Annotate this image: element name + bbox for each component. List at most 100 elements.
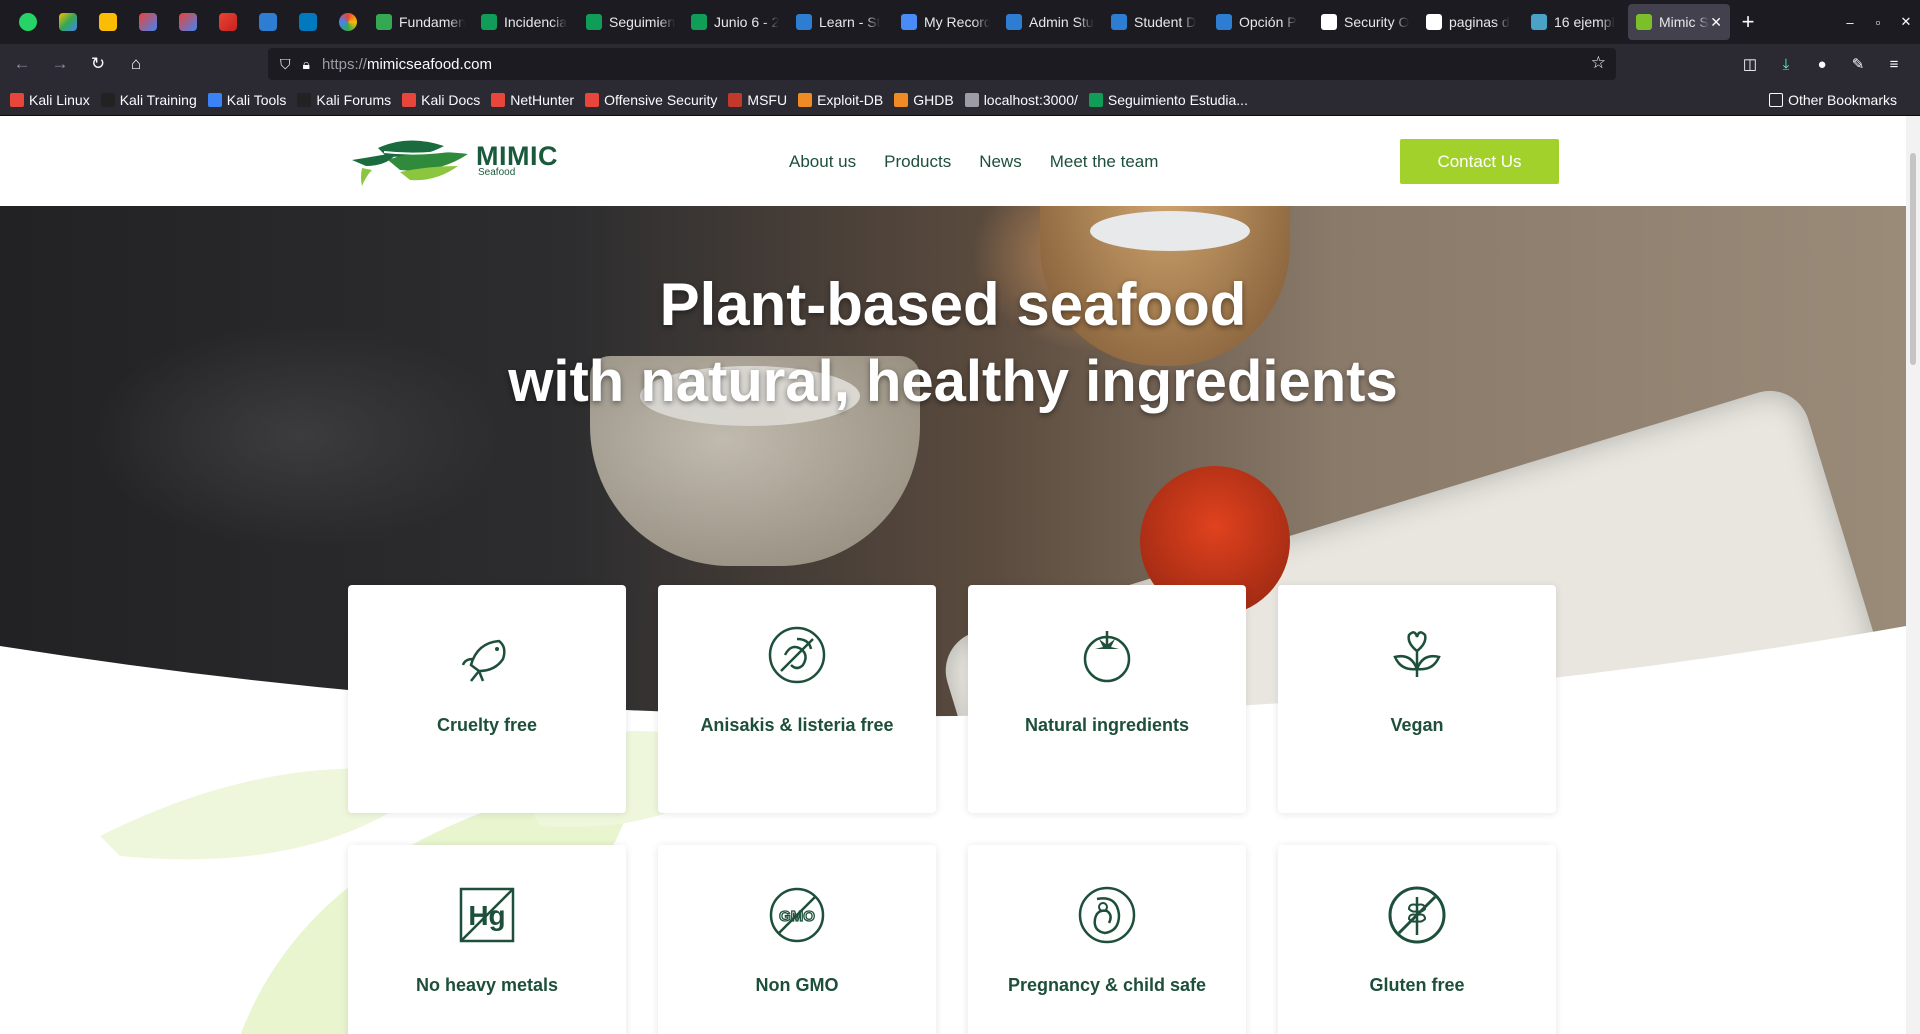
bookmark-star-icon[interactable]: ☆: [1591, 53, 1606, 73]
bookmark-favicon-icon: [728, 92, 743, 107]
home-button[interactable]: ⌂: [120, 48, 152, 80]
bookmark-item[interactable]: NetHunter: [491, 92, 574, 108]
non-gmo-icon: GMO: [769, 887, 825, 943]
other-bookmarks[interactable]: Other Bookmarks: [1769, 92, 1897, 108]
pinned-tab-gmail-3[interactable]: [208, 0, 248, 44]
pinned-tab-learn[interactable]: [248, 0, 288, 44]
browser-tab[interactable]: My Record: [893, 4, 998, 40]
tab-label: Learn - St: [819, 14, 881, 30]
whatsapp-icon: [19, 13, 37, 31]
bookmark-label: GHDB: [913, 91, 954, 108]
nav-link[interactable]: News: [979, 152, 1022, 172]
pinned-tab-drive[interactable]: [48, 0, 88, 44]
tab-label: Seguimien: [609, 14, 675, 30]
bookmark-item[interactable]: Kali Forums: [297, 92, 391, 108]
tab-favicon-icon: [691, 14, 707, 30]
pinned-tab-whatsapp[interactable]: [8, 0, 48, 44]
browser-tab[interactable]: 16 ejempl: [1523, 4, 1628, 40]
bookmark-item[interactable]: Kali Docs: [402, 92, 480, 108]
bookmark-item[interactable]: MSFU: [728, 92, 787, 108]
bookmarks-list: Kali Linux Kali Training Kali Tools Kali Fo…: [10, 92, 1259, 108]
contact-us-button[interactable]: Contact Us: [1400, 139, 1559, 184]
close-tab-icon[interactable]: ✕: [1710, 14, 1722, 31]
no-parasite-icon: [768, 626, 826, 684]
back-button[interactable]: ←: [6, 48, 38, 80]
feature-label: Anisakis & listeria free: [700, 715, 894, 735]
browser-tab[interactable]: Opción P: [1208, 4, 1313, 40]
browser-tab[interactable]: Seguimien: [578, 4, 683, 40]
browser-tab-active[interactable]: Mimic S ✕: [1628, 4, 1730, 40]
bookmark-item[interactable]: Kali Tools: [207, 91, 287, 108]
pinned-tab-keep[interactable]: [88, 0, 128, 44]
browser-tab[interactable]: Learn - St: [788, 4, 893, 40]
address-bar[interactable]: ⛉ 🔒︎ https://mimicseafood.com ☆: [268, 48, 1616, 80]
bookmark-item[interactable]: GHDB: [894, 91, 954, 108]
bookmark-label: Kali Tools: [226, 91, 287, 108]
tab-favicon-icon: [1426, 14, 1442, 30]
browser-tab[interactable]: Incidencia: [473, 4, 578, 40]
toolbar-right: ◫ ⤓ ● ✎ ≡: [1732, 48, 1912, 80]
lock-icon[interactable]: 🔒︎: [303, 56, 310, 73]
tab-label: Opción P: [1239, 14, 1297, 30]
bookmark-item[interactable]: Exploit-DB: [798, 92, 883, 108]
nav-link[interactable]: Meet the team: [1050, 152, 1159, 172]
tomato-icon: [1083, 631, 1131, 683]
new-tab-button[interactable]: +: [1730, 9, 1766, 35]
fish-icon: [461, 639, 506, 682]
account-icon[interactable]: ●: [1804, 48, 1840, 80]
tab-label: Security O: [1344, 14, 1410, 30]
keep-icon: [99, 13, 117, 31]
maximize-icon[interactable]: ▫: [1864, 15, 1892, 30]
browser-tab[interactable]: Admin Stu: [998, 4, 1103, 40]
browser-tab[interactable]: paginas d: [1418, 4, 1523, 40]
reload-button[interactable]: ↻: [82, 48, 114, 80]
page-scrollbar[interactable]: [1906, 116, 1920, 1034]
trello-icon: [299, 13, 317, 31]
feature-label: Vegan: [1390, 715, 1444, 735]
tab-favicon-icon: [1321, 14, 1337, 30]
menu-icon[interactable]: ≡: [1876, 48, 1912, 80]
pregnancy-icon: [1078, 886, 1136, 944]
tab-favicon-icon: [796, 14, 812, 30]
bookmark-label: Seguimiento Estudia...: [1107, 91, 1248, 108]
browser-tab[interactable]: Security O: [1313, 4, 1418, 40]
extension-icon[interactable]: ✎: [1840, 48, 1876, 80]
bookmark-item[interactable]: localhost:3000/: [964, 92, 1078, 108]
browser-tab[interactable]: Junio 6 - 2: [683, 4, 788, 40]
tab-favicon-icon: [1531, 14, 1547, 30]
bookmark-label: Kali Docs: [421, 91, 481, 108]
feature-label: Gluten free: [1369, 975, 1465, 995]
pinned-tab-gmail-1[interactable]: [128, 0, 168, 44]
close-window-icon[interactable]: ✕: [1892, 14, 1920, 30]
feature-label: Cruelty free: [436, 715, 538, 735]
bookmark-item[interactable]: Kali Linux: [10, 92, 90, 108]
vegan-heart-leaf-icon: [1393, 631, 1441, 677]
feature-label: Non GMO: [755, 975, 839, 995]
browser-tab[interactable]: Fundamen: [368, 4, 473, 40]
download-icon[interactable]: ⤓: [1768, 48, 1804, 80]
browser-tabs: Fundamen Incidencia Seguimien Junio 6 - 2 Le…: [368, 0, 1628, 44]
tab-label: My Record: [924, 14, 990, 30]
mimic-leaf-logo-icon: [352, 140, 468, 186]
tab-label: 16 ejempl: [1554, 14, 1615, 30]
minimize-icon[interactable]: –: [1836, 15, 1864, 30]
pinned-tab-trello[interactable]: [288, 0, 328, 44]
scrollbar-thumb[interactable]: [1910, 153, 1916, 365]
bookmark-item[interactable]: Seguimiento Estudia...: [1088, 91, 1248, 108]
tab-favicon-icon: [586, 14, 602, 30]
pinned-tab-gmail-2[interactable]: [168, 0, 208, 44]
pinned-tab-google[interactable]: [328, 0, 368, 44]
bookmark-favicon-icon: [1088, 92, 1103, 107]
gmail-icon: [219, 13, 237, 31]
forward-button[interactable]: →: [44, 48, 76, 80]
nav-link[interactable]: Products: [884, 152, 951, 172]
bookmark-item[interactable]: Offensive Security: [585, 92, 717, 108]
site-logo[interactable]: MIMIC Seafood: [348, 130, 558, 190]
bookmark-item[interactable]: Kali Training: [100, 92, 197, 108]
feature-card: Gluten free: [1278, 845, 1556, 1034]
nav-link[interactable]: About us: [789, 152, 856, 172]
tab-label: Admin Stu: [1029, 14, 1094, 30]
browser-tab[interactable]: Student D: [1103, 4, 1208, 40]
shield-icon[interactable]: ⛉: [280, 56, 291, 73]
pocket-icon[interactable]: ◫: [1732, 48, 1768, 80]
